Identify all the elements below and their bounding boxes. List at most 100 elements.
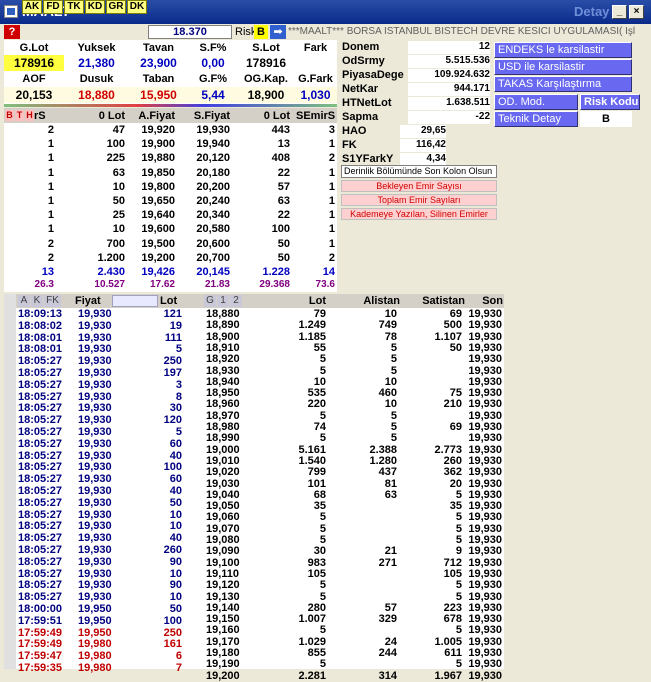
info-label: Sapma <box>342 111 379 123</box>
depth-cell: 1 <box>47 195 54 207</box>
depth-cell: 700 <box>106 237 125 250</box>
trade-time: 18:05:27 <box>18 378 63 391</box>
depth-cell: 19,500 <box>141 237 175 250</box>
volume-tab-1[interactable]: 1 <box>217 295 229 307</box>
volume-cell: 2.281 <box>298 669 326 682</box>
depth-cell: 19,850 <box>141 166 175 179</box>
info-label: OdSrmy <box>342 55 385 67</box>
usd-button[interactable]: USD ile karsilastir <box>494 59 632 75</box>
depth-cell: 20,700 <box>196 251 230 264</box>
depth-total: 14 <box>322 266 335 278</box>
depth-tab-h[interactable]: H <box>25 110 34 121</box>
depth-cell: 19,920 <box>141 124 175 136</box>
depth-total2: 29.368 <box>259 279 290 290</box>
toolbar-button-tk[interactable]: TK <box>64 0 84 14</box>
depth-cell: 19,640 <box>141 209 175 222</box>
close-button[interactable]: × <box>629 5 644 19</box>
trades-scrollbar[interactable] <box>4 294 16 669</box>
depth-tab-t[interactable]: T <box>15 110 24 121</box>
trade-time: 18:05:27 <box>18 437 63 450</box>
depth-total: 1.228 <box>262 266 290 278</box>
depth-cell: 63 <box>277 195 290 207</box>
help-icon[interactable]: ? <box>4 25 20 39</box>
trade-time: 17:59:35 <box>18 662 63 674</box>
menu-bekleyen[interactable]: Bekleyen Emir Sayısı <box>341 180 497 192</box>
trades-tab-fk[interactable]: FK <box>44 295 61 307</box>
summary-value <box>294 55 337 71</box>
depth-cell: 1 <box>328 195 335 207</box>
trade-time: 17:59:51 <box>18 614 63 627</box>
takas-button[interactable]: TAKAS Karşılaştırma <box>494 76 632 92</box>
arrow-right-icon[interactable]: ➡ <box>270 25 286 39</box>
trades-header-lot: Lot <box>160 295 178 307</box>
menu-kademe[interactable]: Kademeye Yazılan, Silinen Emirler <box>341 208 497 220</box>
depth-cell: 19,650 <box>141 195 175 207</box>
depth-cell: 225 <box>106 152 125 165</box>
volume-col-header: Satistan <box>422 295 465 307</box>
risk-value: B <box>254 25 268 39</box>
depth-cell: 47 <box>112 124 125 136</box>
depth-cell: 100 <box>106 138 125 151</box>
trades-tab-a[interactable]: A <box>18 295 30 307</box>
toolbar-button-ak[interactable]: AK <box>22 0 42 14</box>
summary-label: G.Lot <box>19 42 49 54</box>
depth-cell: 1 <box>328 180 335 193</box>
depth-cell: 1 <box>47 166 54 179</box>
depth-cell: 1 <box>328 209 335 222</box>
trade-time: 18:08:02 <box>18 319 63 332</box>
right-blank-panel <box>504 294 649 669</box>
trade-price: 19,930 <box>78 437 112 450</box>
summary-value: 5,44 <box>188 87 238 103</box>
volume-col-header: Alistan <box>363 295 400 307</box>
info-value: 116,42 <box>400 139 446 152</box>
toolbar-button-fd[interactable]: FD <box>43 0 63 14</box>
endeks-button[interactable]: ENDEKS le karsilastir <box>494 42 632 58</box>
volume-cell: 19,930 <box>468 669 502 682</box>
depth-tab-b[interactable]: B <box>5 110 14 121</box>
od-mod-button[interactable]: OD. Mod. <box>494 94 578 110</box>
depth-cell: 1 <box>47 223 54 236</box>
depth-cell: 1 <box>47 152 54 165</box>
trade-time: 18:05:27 <box>18 555 63 568</box>
depth-total: 19,426 <box>141 266 175 278</box>
depth-cell: 2 <box>328 251 335 264</box>
summary-value: 178916 <box>245 56 287 70</box>
toolbar-button-gr[interactable]: GR <box>106 0 126 14</box>
risk-kodu-button[interactable]: Risk Kodu <box>580 94 640 110</box>
trades-tab-k[interactable]: K <box>31 295 43 307</box>
toolbar-button-kd[interactable]: KD <box>85 0 105 14</box>
depth-cell: 20,580 <box>196 223 230 236</box>
volume-cell: 69 <box>449 421 462 433</box>
depth-total: 2.430 <box>97 266 125 278</box>
volume-tab-2[interactable]: 2 <box>230 295 242 307</box>
depth-total2: 17.62 <box>149 279 175 290</box>
summary-value: 23,900 <box>140 56 177 70</box>
minimize-button[interactable]: _ <box>612 5 627 19</box>
depth-cell: 1.200 <box>97 251 125 264</box>
volume-cell: 244 <box>378 647 397 659</box>
info-value: 944.171 <box>408 83 490 96</box>
depth-cell: 20,600 <box>196 237 230 250</box>
summary-label: Taban <box>142 73 175 85</box>
depth-cell: 19,880 <box>141 152 175 165</box>
trades-filter-input[interactable] <box>112 295 158 307</box>
depth-cell: 2 <box>47 124 54 136</box>
toolbar-button-dk[interactable]: DK <box>127 0 147 14</box>
divider-bar <box>4 104 337 107</box>
depth-cell: 10 <box>112 223 125 236</box>
price-field: 18.370 <box>148 25 232 39</box>
summary-value: 18,900 <box>238 87 294 103</box>
volume-col-header: Lot <box>308 295 326 307</box>
volume-tab-g[interactable]: G <box>204 295 216 307</box>
menu-toplam[interactable]: Toplam Emir Sayıları <box>341 194 497 206</box>
depth-col-header: rS <box>34 110 46 122</box>
menu-derinlik[interactable]: Derinlik Bölümünde Son Kolon Olsun <box>341 165 497 178</box>
depth-col-header: A.Fiyat <box>138 110 175 122</box>
depth-cell: 22 <box>277 209 290 222</box>
summary-label: OG.Kap. <box>243 73 288 85</box>
summary-label: Tavan <box>143 42 174 54</box>
teknik-detay-button[interactable]: Teknik Detay <box>494 111 578 127</box>
depth-cell: 1 <box>47 180 54 193</box>
depth-cell: 22 <box>277 166 290 179</box>
info-value: 29,65 <box>400 125 446 138</box>
